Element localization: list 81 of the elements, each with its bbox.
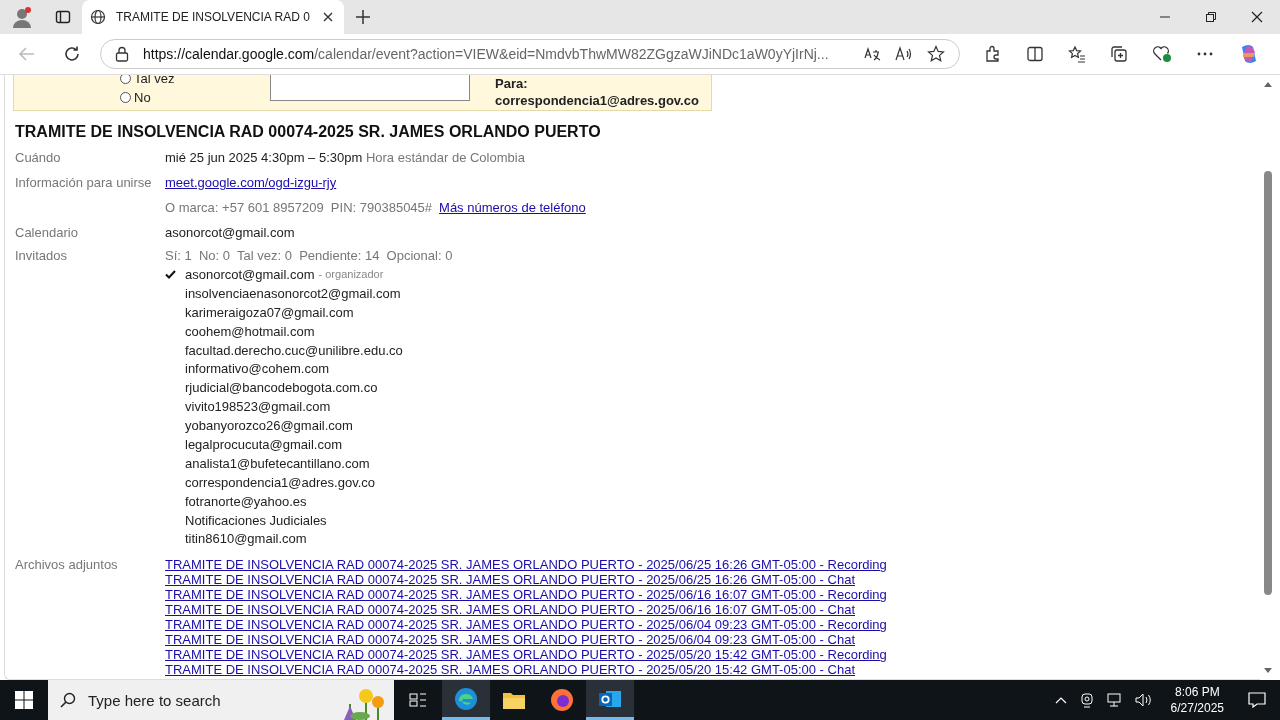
- refresh-icon[interactable]: [63, 45, 81, 63]
- radio-button[interactable]: [120, 92, 131, 103]
- network-icon[interactable]: [1106, 692, 1123, 708]
- chevron-up-icon[interactable]: [1054, 696, 1067, 704]
- scroll-up-icon[interactable]: [1264, 81, 1272, 87]
- lock-icon: [115, 46, 129, 62]
- field-label: Invitados: [14, 247, 69, 263]
- attachment-link[interactable]: TRAMITE DE INSOLVENCIA RAD 00074-2025 SR. JAMES ORLANDO PUERTO - 2025/06/16 16:07 GMT-05:00 - Recording: [165, 587, 887, 603]
- attachment-link[interactable]: TRAMITE DE INSOLVENCIA RAD 00074-2025 SR. JAMES ORLANDO PUERTO - 2025/06/04 09:23 GMT-05:00 - Chat: [165, 632, 887, 648]
- globe-icon: [90, 9, 106, 25]
- read-aloud-icon[interactable]: [895, 46, 913, 62]
- folder-icon[interactable]: [502, 690, 526, 710]
- star-icon[interactable]: [927, 45, 945, 63]
- guest-email: vivito198523@gmail.com: [185, 399, 331, 415]
- field-label: Cuándo: [14, 150, 62, 165]
- tab-actions-icon[interactable]: [55, 9, 71, 25]
- event-time: mié 25 jun 2025 4:30pm – 5:30pm Hora estándar de Colombia: [165, 150, 525, 165]
- heartbeat-icon[interactable]: [1152, 45, 1172, 63]
- guest-email: titin8610@gmail.com: [185, 531, 307, 547]
- guest-email: asonorcot@gmail.com: [185, 266, 315, 282]
- comment-field[interactable]: [270, 75, 470, 101]
- guest-role: - organizador: [318, 268, 384, 281]
- calendar-email: asonorcot@gmail.com: [165, 225, 295, 240]
- to-address: correspondencia1@adres.gov.co: [495, 92, 699, 109]
- dial-in-text: O marca: +57 601 8957209 PIN: 790385045#: [165, 200, 433, 215]
- attachment-link[interactable]: TRAMITE DE INSOLVENCIA RAD 00074-2025 SR. JAMES ORLANDO PUERTO - 2025/06/25 16:26 GMT-05:00 - Chat: [165, 572, 887, 588]
- notifications-icon[interactable]: [1248, 691, 1266, 709]
- guest-summary: Sí: 1 No: 0 Tal vez: 0 Pendiente: 14 Opcional: 0: [165, 247, 453, 263]
- guest-email: correspondencia1@adres.gov.co: [185, 474, 375, 490]
- close-icon[interactable]: [1251, 11, 1263, 23]
- guest-email: legalprocucuta@gmail.com: [185, 436, 342, 452]
- guest-email: karimeraigoza07@gmail.com: [185, 304, 354, 320]
- close-icon[interactable]: [322, 11, 334, 23]
- windows-start-icon[interactable]: [15, 691, 33, 709]
- tab-title: TRAMITE DE INSOLVENCIA RAD 0: [116, 10, 311, 24]
- clock-time: 8:06 PM: [1174, 684, 1220, 700]
- attachment-link[interactable]: TRAMITE DE INSOLVENCIA RAD 00074-2025 SR. JAMES ORLANDO PUERTO - 2025/06/04 09:23 GMT-05:00 - Recording: [165, 617, 887, 633]
- guest-email: yobanyorozco26@gmail.com: [185, 418, 353, 434]
- clock-date: 6/27/2025: [1170, 700, 1224, 716]
- new-tab-icon[interactable]: [355, 9, 371, 25]
- clock[interactable]: 8:06 PM 6/27/2025: [1170, 684, 1224, 716]
- firefox-icon[interactable]: [550, 688, 574, 712]
- task-view-icon[interactable]: [409, 692, 427, 708]
- attachment-link[interactable]: TRAMITE DE INSOLVENCIA RAD 00074-2025 SR. JAMES ORLANDO PUERTO - 2025/05/20 15:42 GMT-05:00 - Recording: [165, 647, 887, 663]
- guest-email: analista1@bufetecantillano.com: [185, 455, 370, 471]
- guest-email: rjudicial@bancodebogota.com.co: [185, 380, 378, 396]
- guest-email: informativo@cohem.com: [185, 361, 329, 377]
- guest-email: facultad.derecho.cuc@unilibre.edu.co: [185, 342, 403, 358]
- taskbar-search-field[interactable]: Type here to search: [48, 680, 394, 720]
- to-label: Para:: [495, 75, 529, 92]
- split-screen-icon[interactable]: [1026, 45, 1044, 63]
- url-text: https://calendar.google.com/calendar/event?action=VIEW&eid=NmdvbThwMW82ZGgzaWJiNDc1aW0yYjIrNj...: [143, 46, 830, 62]
- radio-button[interactable]: [120, 75, 131, 84]
- restore-icon[interactable]: [1205, 11, 1217, 23]
- volume-icon[interactable]: [1134, 692, 1153, 708]
- search-icon: [60, 692, 76, 708]
- guest-email: coohem@hotmail.com: [185, 323, 315, 339]
- scroll-thumb[interactable]: [1264, 171, 1272, 595]
- edge-icon[interactable]: [454, 686, 478, 711]
- favorites-icon[interactable]: [1068, 45, 1086, 63]
- attachment-link[interactable]: TRAMITE DE INSOLVENCIA RAD 00074-2025 SR. JAMES ORLANDO PUERTO - 2025/06/16 16:07 GMT-05:00 - Chat: [165, 602, 887, 618]
- radio-label: No: [134, 90, 151, 105]
- guest-email: Notificaciones Judiciales: [185, 512, 327, 528]
- phone-numbers-link[interactable]: Más números de teléfono: [439, 200, 586, 215]
- attachment-link[interactable]: TRAMITE DE INSOLVENCIA RAD 00074-2025 SR. JAMES ORLANDO PUERTO - 2025/05/20 15:42 GMT-05:00 - Chat: [165, 662, 887, 678]
- meet-link[interactable]: meet.google.com/ogd-izgu-rjy: [165, 175, 337, 190]
- scroll-down-icon[interactable]: [1264, 668, 1272, 674]
- check-icon: [165, 269, 176, 279]
- event-title: TRAMITE DE INSOLVENCIA RAD 00074-2025 SR. JAMES ORLANDO PUERTO: [15, 123, 602, 141]
- extensions-icon[interactable]: [984, 45, 1002, 63]
- guest-email: insolvenciaenasonorcot2@gmail.com: [185, 285, 401, 301]
- translate-icon[interactable]: [863, 46, 881, 62]
- field-label: Archivos adjuntos: [14, 557, 119, 575]
- guest-email: fotranorte@yahoo.es: [185, 493, 307, 509]
- camera-icon[interactable]: [1078, 692, 1095, 708]
- field-label: Calendario: [14, 225, 79, 240]
- attachment-link[interactable]: TRAMITE DE INSOLVENCIA RAD 00074-2025 SR. JAMES ORLANDO PUERTO - 2025/06/25 16:26 GMT-05:00 - Recording: [165, 557, 887, 573]
- browser-tab[interactable]: TRAMITE DE INSOLVENCIA RAD 0: [82, 0, 344, 34]
- field-label: Información para unirse: [14, 175, 153, 190]
- collections-icon[interactable]: [1110, 45, 1128, 63]
- profile-icon[interactable]: [11, 6, 33, 28]
